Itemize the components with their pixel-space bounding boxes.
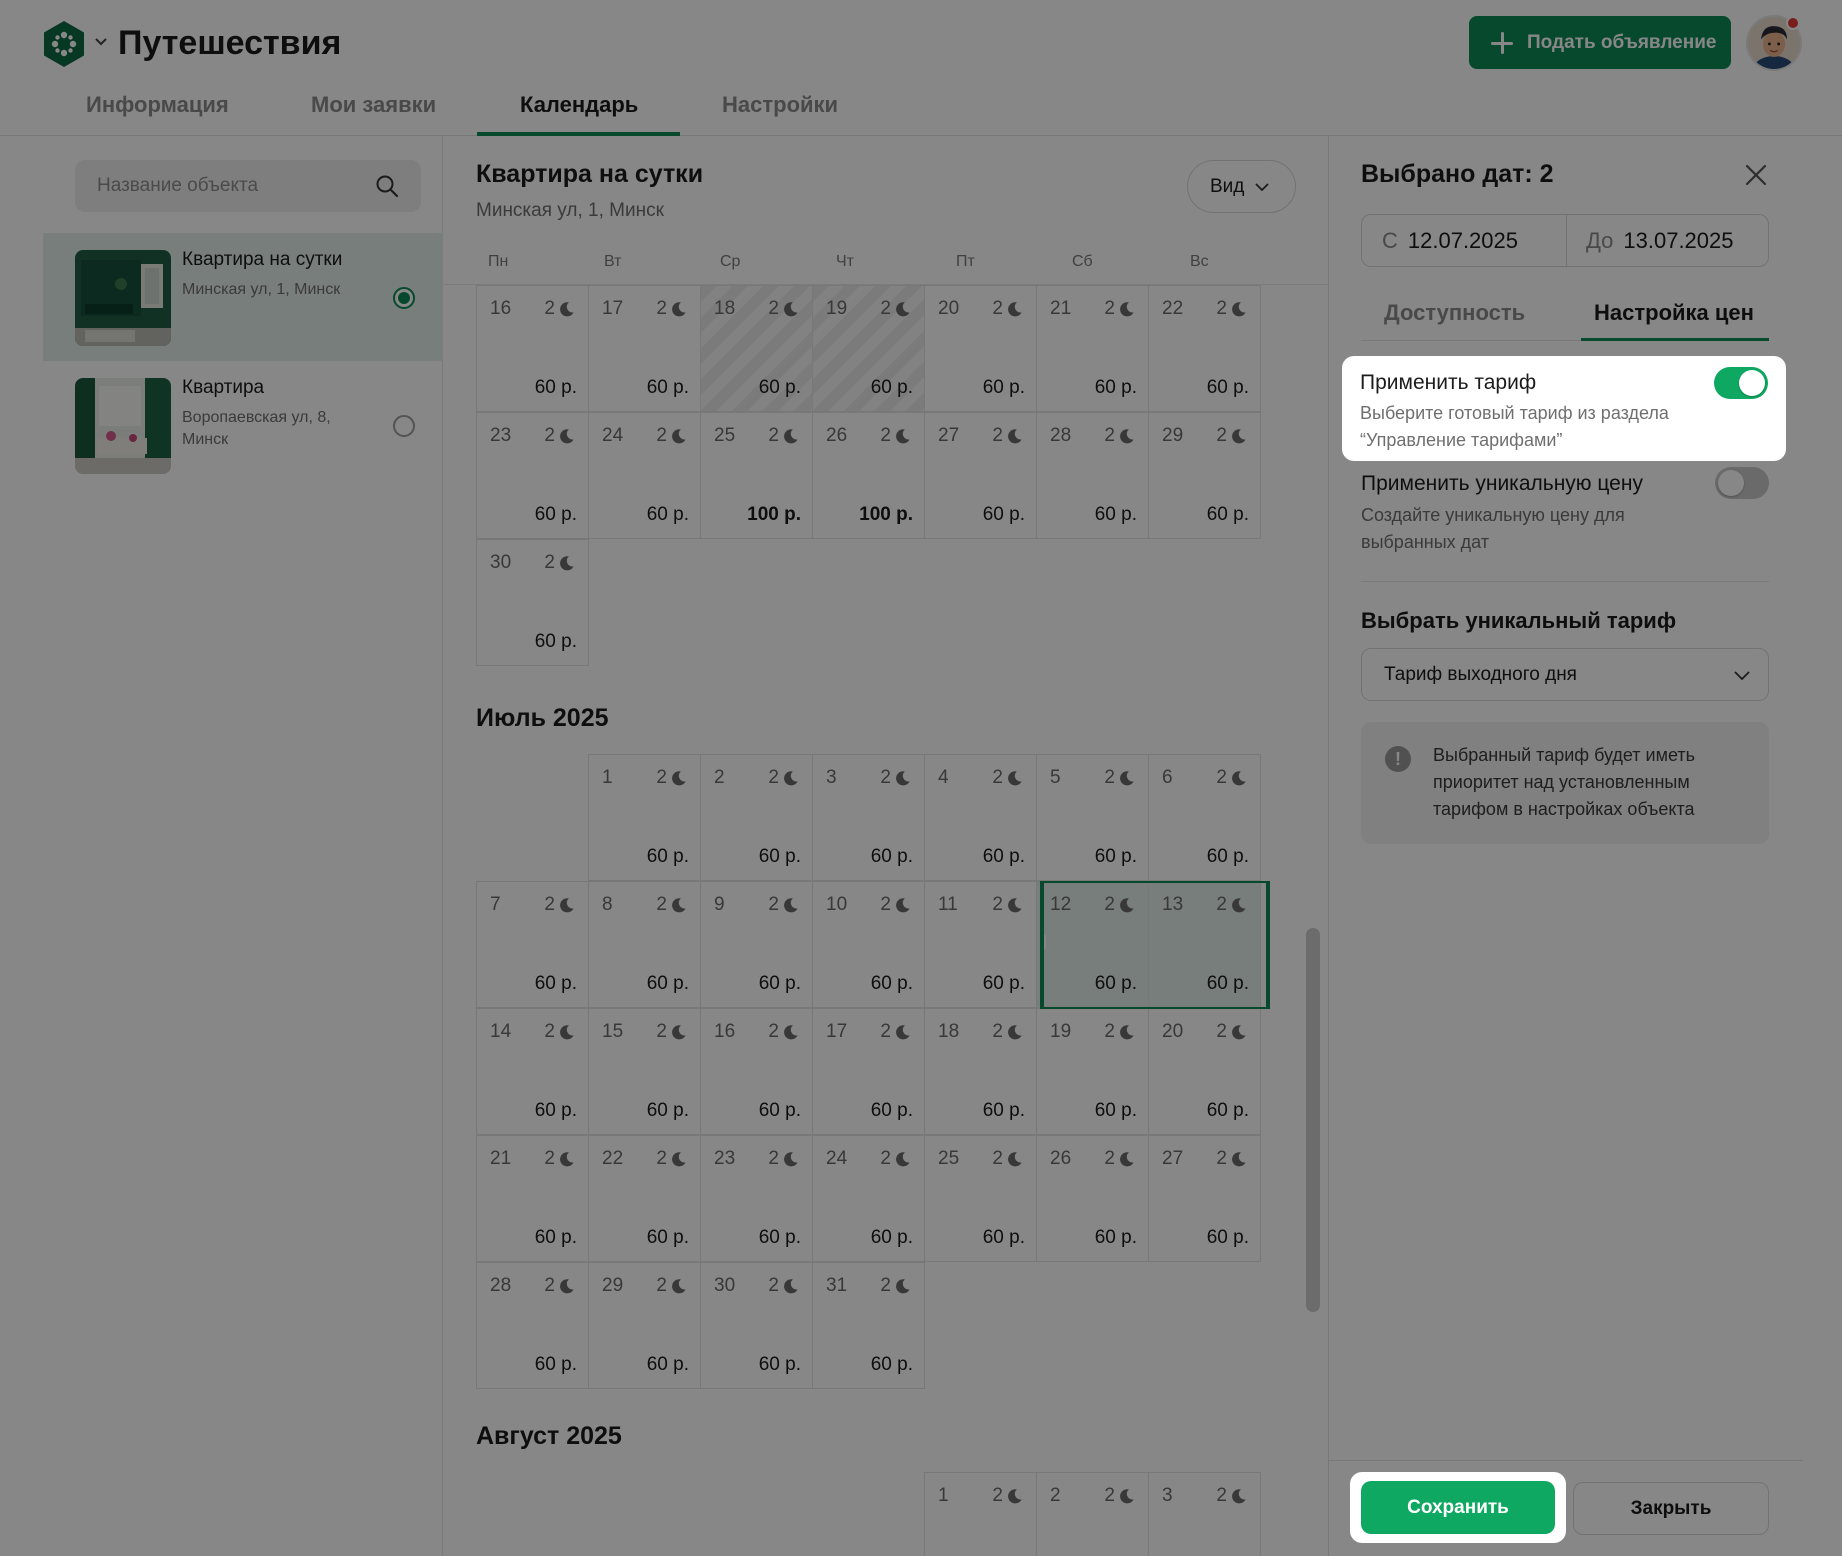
apply-tariff-description: Выберите готовый тариф из раздела “Управ…	[1360, 403, 1669, 450]
save-button[interactable]: Сохранить	[1361, 1481, 1555, 1534]
save-button-highlight: Сохранить	[1350, 1472, 1566, 1543]
apply-tariff-highlight: Применить тариф Выберите готовый тариф и…	[1342, 356, 1786, 461]
apply-tariff-toggle[interactable]	[1714, 367, 1768, 399]
dim-overlay	[0, 0, 1842, 1556]
apply-tariff-title: Применить тариф	[1360, 371, 1537, 394]
